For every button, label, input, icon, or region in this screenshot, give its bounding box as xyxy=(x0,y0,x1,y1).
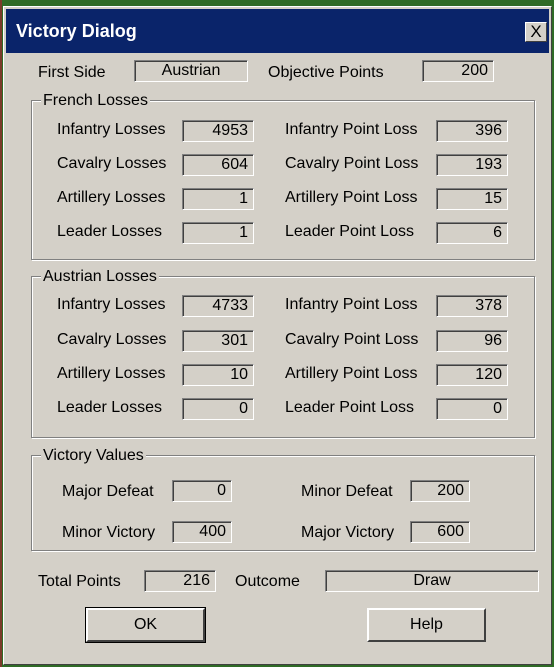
french-cavalry-point-loss-field: 193 xyxy=(436,154,508,176)
austrian-cavalry-point-loss-field: 96 xyxy=(436,330,508,352)
victory-dialog: Victory Dialog X First Side Austrian Obj… xyxy=(3,6,552,665)
austrian-artillery-point-loss-field: 120 xyxy=(436,364,508,386)
help-button[interactable]: Help xyxy=(367,608,486,642)
austrian-artillery-losses-label: Artillery Losses xyxy=(57,365,166,382)
french-leader-losses-field: 1 xyxy=(182,222,254,244)
minor-victory-field: 400 xyxy=(172,521,232,543)
french-infantry-point-loss-field: 396 xyxy=(436,120,508,142)
french-infantry-point-loss-label: Infantry Point Loss xyxy=(285,121,418,138)
austrian-leader-point-loss-label: Leader Point Loss xyxy=(285,399,414,416)
title-bar[interactable]: Victory Dialog X xyxy=(6,9,549,53)
austrian-infantry-losses-label: Infantry Losses xyxy=(57,296,166,313)
close-button[interactable]: X xyxy=(525,22,547,42)
austrian-infantry-point-loss-field: 378 xyxy=(436,295,508,317)
major-victory-field: 600 xyxy=(410,521,470,543)
major-defeat-label: Major Defeat xyxy=(62,483,154,500)
french-cavalry-point-loss-label: Cavalry Point Loss xyxy=(285,155,419,172)
austrian-artillery-point-loss-label: Artillery Point Loss xyxy=(285,365,418,382)
total-points-label: Total Points xyxy=(38,573,121,590)
austrian-infantry-losses-field: 4733 xyxy=(182,295,254,317)
objective-points-field: 200 xyxy=(422,60,494,82)
background-strip xyxy=(0,0,2,667)
outcome-label: Outcome xyxy=(235,573,300,590)
austrian-artillery-losses-field: 10 xyxy=(182,364,254,386)
major-defeat-field: 0 xyxy=(172,480,232,502)
french-artillery-losses-field: 1 xyxy=(182,188,254,210)
austrian-leader-losses-field: 0 xyxy=(182,398,254,420)
minor-defeat-label: Minor Defeat xyxy=(301,483,393,500)
french-leader-point-loss-label: Leader Point Loss xyxy=(285,223,414,240)
victory-values-title: Victory Values xyxy=(41,447,146,465)
austrian-leader-point-loss-field: 0 xyxy=(436,398,508,420)
austrian-cavalry-losses-label: Cavalry Losses xyxy=(57,331,167,348)
austrian-cavalry-point-loss-label: Cavalry Point Loss xyxy=(285,331,419,348)
french-leader-point-loss-field: 6 xyxy=(436,222,508,244)
ok-button[interactable]: OK xyxy=(85,607,206,643)
french-leader-losses-label: Leader Losses xyxy=(57,223,162,240)
window-title: Victory Dialog xyxy=(16,21,137,41)
french-artillery-point-loss-field: 15 xyxy=(436,188,508,210)
first-side-field: Austrian xyxy=(134,60,248,82)
austrian-leader-losses-label: Leader Losses xyxy=(57,399,162,416)
french-cavalry-losses-field: 604 xyxy=(182,154,254,176)
french-artillery-losses-label: Artillery Losses xyxy=(57,189,166,206)
french-losses-title: French Losses xyxy=(41,92,150,110)
outcome-field: Draw xyxy=(325,570,539,592)
minor-defeat-field: 200 xyxy=(410,480,470,502)
austrian-infantry-point-loss-label: Infantry Point Loss xyxy=(285,296,418,313)
austrian-losses-title: Austrian Losses xyxy=(41,268,159,286)
french-cavalry-losses-label: Cavalry Losses xyxy=(57,155,167,172)
austrian-cavalry-losses-field: 301 xyxy=(182,330,254,352)
french-artillery-point-loss-label: Artillery Point Loss xyxy=(285,189,418,206)
french-infantry-losses-label: Infantry Losses xyxy=(57,121,166,138)
minor-victory-label: Minor Victory xyxy=(62,524,156,541)
french-infantry-losses-field: 4953 xyxy=(182,120,254,142)
major-victory-label: Major Victory xyxy=(301,524,395,541)
total-points-field: 216 xyxy=(144,570,216,592)
objective-points-label: Objective Points xyxy=(268,64,384,81)
first-side-label: First Side xyxy=(38,64,106,81)
